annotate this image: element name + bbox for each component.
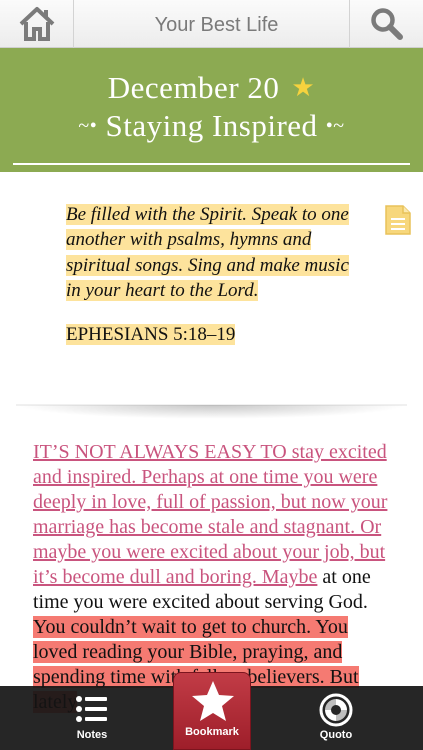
flourish-right-icon: •~: [325, 115, 345, 137]
flourish-left-icon: ~•: [78, 115, 98, 137]
tab-notes-label: Notes: [76, 729, 108, 741]
header-divider: [13, 163, 410, 165]
quote-icon: [319, 693, 353, 727]
top-bar: Your Best Life: [0, 0, 423, 48]
list-icon: [76, 696, 107, 722]
topic-text: Staying Inspired: [105, 108, 318, 143]
devotional-header: December 20 ★ ~• Staying Inspired •~: [0, 48, 423, 172]
scripture-block: Be filled with the Spirit. Speak to one …: [66, 202, 356, 348]
tab-notes[interactable]: Notes: [62, 686, 122, 750]
home-icon: [19, 7, 54, 41]
tab-quote[interactable]: Quoto: [306, 686, 366, 750]
note-icon[interactable]: [384, 204, 412, 236]
bookmark-star-icon: [192, 681, 234, 721]
scripture-reference: EPHESIANS 5:18–19: [66, 322, 356, 348]
tab-quote-label: Quoto: [319, 729, 353, 741]
tab-bookmark[interactable]: Bookmark: [173, 672, 251, 750]
topic-heading: ~• Staying Inspired •~: [0, 108, 423, 144]
tab-bookmark-label: Bookmark: [185, 726, 239, 738]
date-text: December 20: [107, 70, 280, 105]
verse-highlight: Be filled with the Spirit. Speak to one …: [66, 204, 349, 301]
date-heading: December 20 ★: [0, 70, 423, 106]
app-title: Your Best Life: [154, 14, 279, 36]
search-button[interactable]: [349, 0, 423, 48]
search-icon: [370, 8, 403, 40]
reference-highlight: EPHESIANS 5:18–19: [66, 324, 236, 346]
scripture-verse[interactable]: Be filled with the Spirit. Speak to one …: [66, 202, 356, 303]
section-divider-shadow: [16, 405, 407, 419]
home-button[interactable]: [0, 0, 74, 48]
favorite-star-icon[interactable]: ★: [291, 73, 315, 102]
